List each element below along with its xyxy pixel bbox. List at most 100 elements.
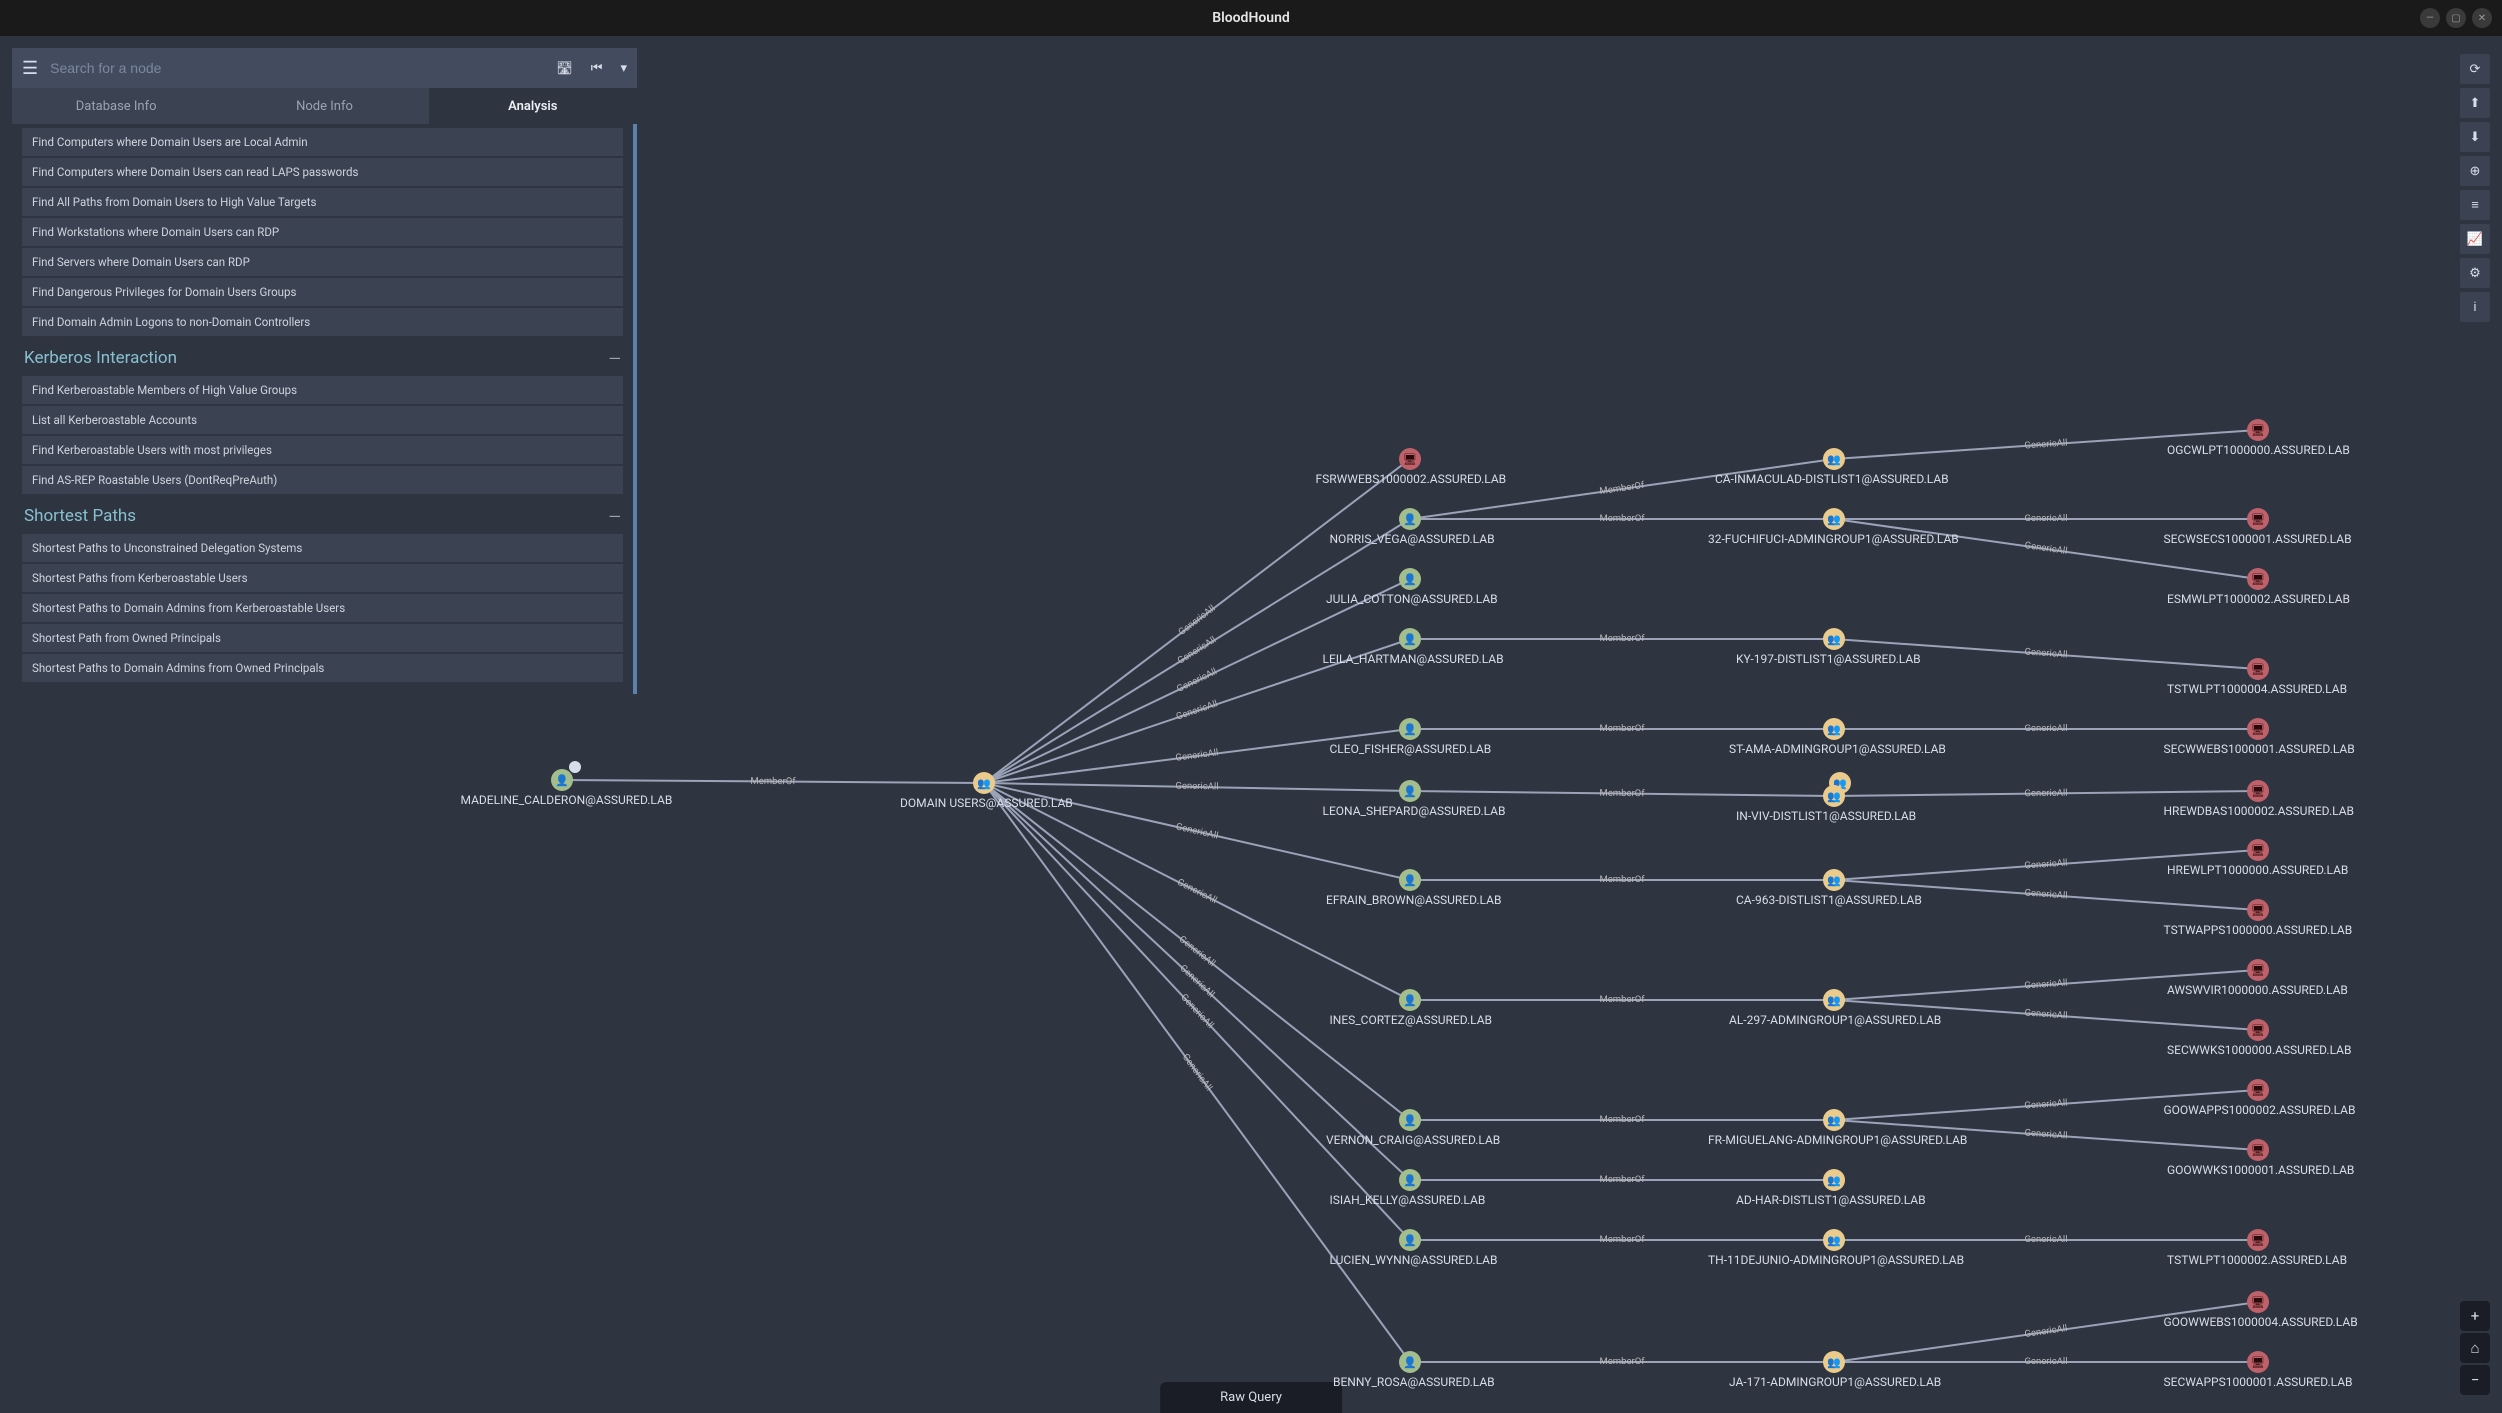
graph-node-group[interactable]: 👥: [1823, 869, 1845, 891]
query-item[interactable]: Shortest Paths to Domain Admins from Own…: [22, 654, 623, 682]
node-label: SECWWEBS1000001.ASSURED.LAB: [2164, 742, 2355, 756]
query-item[interactable]: Shortest Path from Owned Principals: [22, 624, 623, 652]
query-item[interactable]: Find Computers where Domain Users are Lo…: [22, 128, 623, 156]
graph-node-group[interactable]: 👥: [1823, 508, 1845, 530]
graph-node-computer[interactable]: 🖥: [2247, 508, 2269, 530]
minimize-icon[interactable]: —: [2420, 8, 2440, 28]
graph-node-computer[interactable]: 🖥: [2247, 419, 2269, 441]
minus-icon[interactable]: —: [609, 349, 622, 368]
graph-node-group[interactable]: 👥: [1823, 1169, 1845, 1191]
query-item[interactable]: Find AS-REP Roastable Users (DontReqPreA…: [22, 466, 623, 494]
graph-node-computer[interactable]: 🖥: [2247, 899, 2269, 921]
node-label: JA-171-ADMINGROUP1@ASSURED.LAB: [1729, 1375, 1941, 1389]
graph-node-group[interactable]: 👥: [1823, 628, 1845, 650]
window-controls: — ▢ ✕: [2420, 8, 2492, 28]
graph-node-user[interactable]: 👤: [1399, 508, 1421, 530]
edge-label: GenericAll: [2024, 787, 2067, 799]
node-label: ESMWLPT1000002.ASSURED.LAB: [2167, 592, 2350, 606]
graph-node-computer[interactable]: 🖥: [2247, 839, 2269, 861]
edge-label: MemberOf: [1599, 1174, 1644, 1185]
minus-icon[interactable]: —: [609, 507, 622, 526]
edge-label: GenericAll: [1180, 1051, 1214, 1092]
graph-node-user[interactable]: 👤: [1399, 718, 1421, 740]
query-item[interactable]: Find Workstations where Domain Users can…: [22, 218, 623, 246]
graph-node-user[interactable]: 👤: [1399, 869, 1421, 891]
back-icon[interactable]: ⏮: [591, 61, 603, 76]
edge-label: GenericAll: [2024, 1234, 2067, 1245]
app-title: BloodHound: [1212, 10, 1290, 26]
edge-label: GenericAll: [2024, 1127, 2068, 1141]
graph-node-group[interactable]: 👥: [1823, 1351, 1845, 1373]
query-item[interactable]: Find All Paths from Domain Users to High…: [22, 188, 623, 216]
edge-label: MemberOf: [750, 775, 795, 786]
node-label: IN-VIV-DISTLIST1@ASSURED.LAB: [1736, 809, 1916, 823]
graph-node-computer[interactable]: 🖥: [2247, 1019, 2269, 1041]
graph-node-user[interactable]: 👤: [1399, 628, 1421, 650]
node-label: LEONA_SHEPARD@ASSURED.LAB: [1323, 804, 1506, 818]
edge-label: GenericAll: [1175, 876, 1218, 905]
close-icon[interactable]: ✕: [2472, 8, 2492, 28]
filter-icon[interactable]: ▾: [620, 61, 627, 76]
edge-label: GenericAll: [2024, 540, 2068, 557]
search-input[interactable]: [50, 60, 544, 76]
hamburger-icon[interactable]: ☰: [22, 58, 38, 79]
tab-node-info[interactable]: Node Info: [220, 88, 428, 124]
query-item[interactable]: Find Servers where Domain Users can RDP: [22, 248, 623, 276]
queries-list[interactable]: Find Computers where Domain Users are Lo…: [12, 124, 637, 694]
query-item[interactable]: Find Domain Admin Logons to non-Domain C…: [22, 308, 623, 336]
node-label: TSTWLPT1000004.ASSURED.LAB: [2167, 682, 2347, 696]
graph-node-group[interactable]: 👥: [1823, 448, 1845, 470]
node-label: LUCIEN_WYNN@ASSURED.LAB: [1330, 1253, 1498, 1267]
maximize-icon[interactable]: ▢: [2446, 8, 2466, 28]
query-item[interactable]: Find Computers where Domain Users can re…: [22, 158, 623, 186]
graph-node-computer[interactable]: 🖥: [1399, 448, 1421, 470]
graph-node-user[interactable]: 👤: [1399, 1169, 1421, 1191]
graph-node-computer[interactable]: 🖥: [2247, 959, 2269, 981]
graph-node-user[interactable]: 👤: [1399, 1229, 1421, 1251]
graph-node-computer[interactable]: 🖥: [2247, 718, 2269, 740]
graph-node-owned-user[interactable]: 👤☠: [551, 769, 573, 791]
pathfinding-icon[interactable]: 🛣: [556, 61, 573, 76]
query-item[interactable]: Find Kerberoastable Members of High Valu…: [22, 376, 623, 404]
graph-node-group[interactable]: 👥: [1823, 718, 1845, 740]
graph-node-user[interactable]: 👤: [1399, 568, 1421, 590]
edge-label: GenericAll: [2024, 1356, 2067, 1367]
query-item[interactable]: Shortest Paths to Domain Admins from Ker…: [22, 594, 623, 622]
query-item[interactable]: Find Kerberoastable Users with most priv…: [22, 436, 623, 464]
graph-node-computer[interactable]: 🖥: [2247, 658, 2269, 680]
graph-node-computer[interactable]: 🖥: [2247, 780, 2269, 802]
graph-node-user[interactable]: 👤: [1399, 1351, 1421, 1373]
node-label: VERNON_CRAIG@ASSURED.LAB: [1326, 1133, 1500, 1147]
edge-label: GenericAll: [2024, 1007, 2068, 1021]
graph-node-group[interactable]: 👥: [1823, 1229, 1845, 1251]
graph-node-computer[interactable]: 🖥: [2247, 1079, 2269, 1101]
tab-analysis[interactable]: Analysis: [429, 88, 637, 124]
node-label: SECWWKS1000000.ASSURED.LAB: [2167, 1043, 2351, 1057]
tab-database-info[interactable]: Database Info: [12, 88, 220, 124]
section-shortest[interactable]: Shortest Paths —: [22, 496, 623, 534]
node-label: BENNY_ROSA@ASSURED.LAB: [1333, 1375, 1495, 1389]
graph-node-group[interactable]: 👥: [1823, 785, 1845, 807]
section-kerberos[interactable]: Kerberos Interaction —: [22, 338, 623, 376]
graph-node-computer[interactable]: 🖥: [2247, 1291, 2269, 1313]
query-item[interactable]: Shortest Paths to Unconstrained Delegati…: [22, 534, 623, 562]
graph-node-group[interactable]: 👥: [973, 772, 995, 794]
edge-label: GenericAll: [1176, 634, 1218, 666]
query-item[interactable]: Find Dangerous Privileges for Domain Use…: [22, 278, 623, 306]
graph-node-user[interactable]: 👤: [1399, 780, 1421, 802]
graph-node-group[interactable]: 👥: [1823, 989, 1845, 1011]
graph-node-user[interactable]: 👤: [1399, 989, 1421, 1011]
graph-node-computer[interactable]: 🖥: [2247, 1139, 2269, 1161]
graph-node-group[interactable]: 👥: [1823, 1109, 1845, 1131]
edge-label: MemberOf: [1599, 633, 1644, 644]
query-item[interactable]: Shortest Paths from Kerberoastable Users: [22, 564, 623, 592]
edge-label: GenericAll: [1177, 603, 1218, 638]
main-area: ☰ 🛣 ⏮ ▾ Database Info Node Info Analysis…: [0, 36, 2502, 1413]
graph-node-computer[interactable]: 🖥: [2247, 568, 2269, 590]
owned-marker-icon: ☠: [569, 761, 581, 773]
graph-node-user[interactable]: 👤: [1399, 1109, 1421, 1131]
graph-node-computer[interactable]: 🖥: [2247, 1229, 2269, 1251]
search-bar: ☰ 🛣 ⏮ ▾: [12, 48, 637, 88]
query-item[interactable]: List all Kerberoastable Accounts: [22, 406, 623, 434]
graph-node-computer[interactable]: 🖥: [2247, 1351, 2269, 1373]
